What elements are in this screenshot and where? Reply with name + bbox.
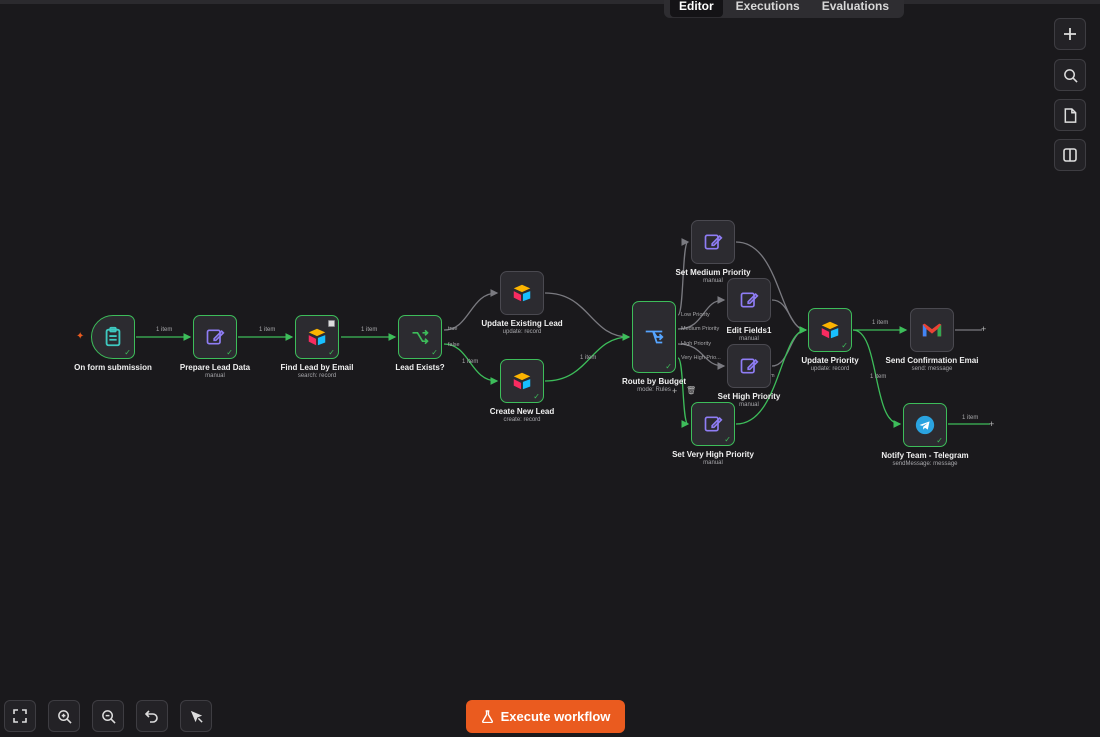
airtable-icon bbox=[308, 328, 326, 346]
flask-icon bbox=[481, 710, 493, 723]
node-label: Edit Fields1 bbox=[726, 326, 772, 335]
edge-label: 1 item bbox=[580, 355, 597, 361]
toggle-panel-button[interactable] bbox=[1054, 139, 1086, 171]
execute-workflow-button[interactable]: Execute workflow bbox=[466, 700, 625, 733]
edit-icon bbox=[206, 329, 225, 345]
node-lead-exists[interactable]: ✓ bbox=[398, 315, 442, 359]
edit-icon bbox=[740, 292, 759, 308]
node-sublabel: update: record bbox=[502, 329, 542, 335]
if-output-false: false bbox=[448, 342, 460, 348]
fit-view-icon bbox=[13, 709, 27, 723]
edge-label: 1 item bbox=[361, 327, 378, 333]
node-sublabel: manual bbox=[739, 336, 759, 342]
edge-label: 1 item bbox=[870, 374, 887, 380]
node-set-medium-priority[interactable] bbox=[691, 220, 735, 264]
node-edit-fields1[interactable] bbox=[727, 278, 771, 322]
add-node-button[interactable] bbox=[1054, 18, 1086, 50]
trigger-bolt-icon: ✦ bbox=[76, 331, 85, 342]
route-output-veryhigh: Very High Prio... bbox=[681, 355, 721, 361]
if-icon bbox=[412, 329, 429, 345]
edit-icon bbox=[704, 234, 723, 250]
search-icon bbox=[1063, 68, 1078, 83]
node-label: Route by Budget bbox=[622, 377, 686, 386]
node-label: Send Confirmation Emai bbox=[885, 356, 979, 365]
node-sublabel: search: record bbox=[297, 373, 337, 379]
node-sublabel: send: message bbox=[911, 366, 953, 372]
success-check-icon: ✓ bbox=[533, 392, 540, 401]
sticky-note-button[interactable] bbox=[1054, 99, 1086, 131]
wand-icon bbox=[190, 710, 203, 723]
node-label: Notify Team - Telegram bbox=[881, 451, 969, 460]
success-check-icon: ✓ bbox=[226, 348, 233, 357]
zoom-out-button[interactable] bbox=[92, 700, 124, 732]
panel-icon bbox=[1063, 148, 1077, 162]
clipboard-icon bbox=[105, 326, 121, 347]
airtable-icon bbox=[821, 321, 839, 339]
airtable-icon bbox=[513, 372, 531, 390]
edge-label: 1 item bbox=[872, 320, 889, 326]
success-check-icon: ✓ bbox=[124, 348, 131, 357]
tidy-up-button[interactable] bbox=[180, 700, 212, 732]
node-route-by-budget[interactable]: ✓ bbox=[632, 301, 676, 373]
node-update-existing-lead[interactable] bbox=[500, 271, 544, 315]
zoom-out-icon bbox=[101, 709, 116, 724]
undo-icon bbox=[145, 710, 158, 723]
switch-icon bbox=[645, 330, 664, 344]
telegram-icon bbox=[915, 415, 935, 435]
success-check-icon: ✓ bbox=[328, 348, 335, 357]
zoom-in-button[interactable] bbox=[48, 700, 80, 732]
node-label: Lead Exists? bbox=[395, 363, 445, 372]
airtable-icon bbox=[513, 284, 531, 302]
node-sublabel: create: record bbox=[503, 417, 541, 423]
success-check-icon: ✓ bbox=[431, 348, 438, 357]
search-button[interactable] bbox=[1054, 59, 1086, 91]
edge-label: 1 item bbox=[259, 327, 276, 333]
node-prepare-lead-data[interactable]: ✓ bbox=[193, 315, 237, 359]
success-check-icon: ✓ bbox=[665, 362, 672, 371]
success-check-icon: ✓ bbox=[724, 435, 731, 444]
node-update-priority[interactable]: ✓ bbox=[808, 308, 852, 352]
plus-icon bbox=[1064, 28, 1076, 40]
node-set-very-high-priority[interactable]: ✓ bbox=[691, 402, 735, 446]
node-notify-team-telegram[interactable]: ✓ bbox=[903, 403, 947, 447]
node-sublabel: sendMessage: message bbox=[892, 461, 958, 467]
pin-icon[interactable] bbox=[328, 320, 335, 327]
edit-icon bbox=[704, 416, 723, 432]
zoom-in-icon bbox=[57, 709, 72, 724]
node-sublabel: manual bbox=[703, 460, 723, 466]
node-label: Update Existing Lead bbox=[481, 319, 563, 328]
gmail-icon bbox=[922, 323, 942, 337]
node-label: Create New Lead bbox=[489, 407, 555, 416]
edge-label: 1 item bbox=[962, 415, 979, 421]
success-check-icon: ✓ bbox=[936, 436, 943, 445]
execute-workflow-label: Execute workflow bbox=[500, 709, 611, 724]
node-label: Set High Priority bbox=[717, 392, 781, 401]
node-label: Set Very High Priority bbox=[672, 450, 754, 459]
edge-label: 1 item bbox=[156, 327, 173, 333]
add-node-icon[interactable]: + bbox=[981, 325, 986, 334]
fit-view-button[interactable] bbox=[4, 700, 36, 732]
add-node-icon[interactable]: + bbox=[989, 420, 994, 429]
node-label: Set Medium Priority bbox=[675, 268, 751, 277]
route-output-low: Low Priority bbox=[681, 312, 710, 318]
success-check-icon: ✓ bbox=[841, 341, 848, 350]
node-on-form-submission[interactable]: ✓ bbox=[91, 315, 135, 359]
node-send-confirmation-email[interactable] bbox=[910, 308, 954, 352]
undo-button[interactable] bbox=[136, 700, 168, 732]
node-create-new-lead[interactable]: ✓ bbox=[500, 359, 544, 403]
note-icon bbox=[1064, 107, 1077, 123]
